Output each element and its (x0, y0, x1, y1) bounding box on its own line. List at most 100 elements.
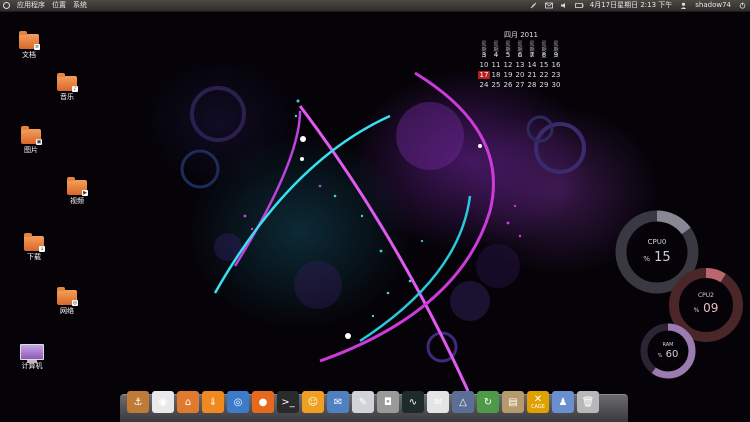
calendar-day[interactable]: 28 (526, 81, 538, 89)
menu-applications[interactable]: 应用程序 (17, 0, 45, 11)
weekday-header: 星 期 日 (481, 41, 487, 59)
calendar-day[interactable]: 14 (526, 61, 538, 69)
trash-icon[interactable]: 🗑 (577, 391, 599, 413)
system-monitor-icon[interactable]: ∿ (402, 391, 424, 413)
calendar-day[interactable]: 8 (538, 51, 550, 59)
archive-icon[interactable]: ▤ (502, 391, 524, 413)
cpu0-unit: % (643, 255, 650, 263)
calendar-day[interactable]: 12 (502, 61, 514, 69)
calendar-day[interactable]: 29 (538, 81, 550, 89)
desktop-icon-videos[interactable]: ▶ 视频 (55, 177, 99, 206)
battery-icon[interactable] (574, 2, 584, 9)
weekday-header: 星 期 六 (553, 41, 559, 59)
ram-value: 60 (665, 349, 679, 360)
calendar-day[interactable]: 19 (502, 71, 514, 79)
calendar-day[interactable]: 7 (526, 51, 538, 59)
calendar-day[interactable]: 13 (514, 61, 526, 69)
cpu2-value-line: % 09 (667, 301, 745, 315)
calendar-day[interactable]: 5 (502, 51, 514, 59)
calendar-day[interactable]: 16 (550, 61, 562, 69)
calendar-day[interactable]: 11 (490, 61, 502, 69)
cpu2-value: 09 (703, 301, 719, 315)
desktop-icon-label: 网络 (60, 307, 74, 315)
dock-label-text: CAGE (531, 404, 545, 410)
calendar-day[interactable]: 10 (478, 61, 490, 69)
ram-label: RAM (662, 342, 674, 348)
calendar-day[interactable]: 24 (478, 81, 490, 89)
calendar-day[interactable]: 22 (538, 71, 550, 79)
desktop-icon-label: 计算机 (21, 362, 43, 370)
desktop-icon-music[interactable]: ♪ 音乐 (45, 73, 89, 102)
folder-videos-icon: ▶ (67, 177, 88, 196)
ipod-icon[interactable]: ◉ (152, 391, 174, 413)
folder-pictures-icon: ▣ (21, 126, 42, 145)
desktop-icon-label: 音乐 (60, 93, 74, 101)
weekday-header: 星 期 五 (541, 41, 547, 59)
dock: ⚓ ◉ ⌂ ⇓ ◎ ● >_ ☺ ✉ ✎ ◘ ∿ ✉ △ ↻ ▤ ✕ CAGE ♟ 🗑 (127, 391, 599, 413)
menu-system[interactable]: 系统 (73, 0, 87, 11)
calendar-day[interactable]: 18 (490, 71, 502, 79)
calendar-day[interactable]: 17 (478, 71, 490, 79)
weekday-header: 星 期 三 (517, 41, 523, 59)
cpu0-label: CPU0 (647, 238, 667, 246)
cpu0-value-line: % 15 (613, 250, 701, 265)
cpu2-label: CPU2 (697, 292, 715, 299)
terminal-icon[interactable]: >_ (277, 391, 299, 413)
desktop-icon-computer[interactable]: 计算机 (10, 344, 54, 371)
menu-places[interactable]: 位置 (52, 0, 66, 11)
folder-music-icon: ♪ (57, 73, 78, 92)
desktop-icon-label: 文档 (22, 51, 36, 59)
qq-icon[interactable]: ☺ (302, 391, 324, 413)
user-icon (680, 2, 687, 9)
calendar-day[interactable]: 20 (514, 71, 526, 79)
ubuntu-logo-icon[interactable] (3, 2, 10, 9)
computer-icon (20, 344, 44, 363)
desktop-icon-pictures[interactable]: ▣ 图片 (9, 126, 53, 155)
anchor-app-icon[interactable]: ⚓ (127, 391, 149, 413)
calendar-day[interactable]: 23 (550, 71, 562, 79)
inkscape-icon[interactable]: △ (452, 391, 474, 413)
camera-icon[interactable]: ◘ (377, 391, 399, 413)
calendar-day[interactable]: 15 (538, 61, 550, 69)
desktop-icon-downloads[interactable]: ↓ 下载 (12, 233, 56, 262)
calendar-day[interactable]: 21 (526, 71, 538, 79)
desktop-icon-label: 下载 (27, 253, 41, 261)
weekday-header: 星 期 二 (505, 41, 511, 59)
calendar-day[interactable]: 6 (514, 51, 526, 59)
network-icon[interactable] (530, 2, 537, 9)
calendar-days: 3 4 5 6 7 8 9 10 11 12 13 14 15 16 17 18 19 20 21 22 23 24 25 2… (478, 51, 564, 89)
folder-downloads-icon: ↓ (24, 233, 45, 252)
calendar-day[interactable]: 27 (514, 81, 526, 89)
chromium-icon[interactable]: ◎ (227, 391, 249, 413)
pidgin-icon[interactable]: ♟ (552, 391, 574, 413)
username-menu[interactable]: shadow74 (695, 0, 731, 11)
weekday-header: 星 期 四 (529, 41, 535, 59)
folder-documents-icon: ≡ (19, 31, 40, 50)
torrent-icon[interactable]: ↻ (477, 391, 499, 413)
text-editor-icon[interactable]: ✎ (352, 391, 374, 413)
download-manager-icon[interactable]: ⇓ (202, 391, 224, 413)
desktop-icon-network[interactable]: ◎ 网络 (45, 287, 89, 316)
clock-datetime[interactable]: 4月17日星期日 2:13 下午 (590, 0, 673, 11)
home-folder-icon[interactable]: ⌂ (177, 391, 199, 413)
power-icon[interactable] (739, 2, 746, 9)
calendar-day[interactable]: 9 (550, 51, 562, 59)
calendar-day[interactable]: 4 (490, 51, 502, 59)
top-panel: 应用程序 位置 系统 4月17日星期日 2:13 下午 shadow74 (0, 0, 750, 12)
crossover-icon[interactable]: ✕ CAGE (527, 391, 549, 413)
calendar-day[interactable]: 26 (502, 81, 514, 89)
cpu0-value: 15 (654, 250, 671, 265)
volume-icon[interactable] (560, 2, 567, 9)
firefox-icon[interactable]: ● (252, 391, 274, 413)
desktop-icon-documents[interactable]: ≡ 文档 (7, 31, 51, 60)
mail-indicator-icon[interactable] (544, 2, 553, 9)
desktop-icon-label: 视频 (70, 197, 84, 205)
calendar-day[interactable]: 3 (478, 51, 490, 59)
calendar-day[interactable]: 30 (550, 81, 562, 89)
cpu2-unit: % (693, 307, 700, 314)
calendar-day[interactable]: 25 (490, 81, 502, 89)
mail-envelope-icon[interactable]: ✉ (427, 391, 449, 413)
email-client-icon[interactable]: ✉ (327, 391, 349, 413)
ram-gauge: RAM % 60 (639, 322, 697, 380)
ram-value-line: % 60 (639, 349, 697, 360)
